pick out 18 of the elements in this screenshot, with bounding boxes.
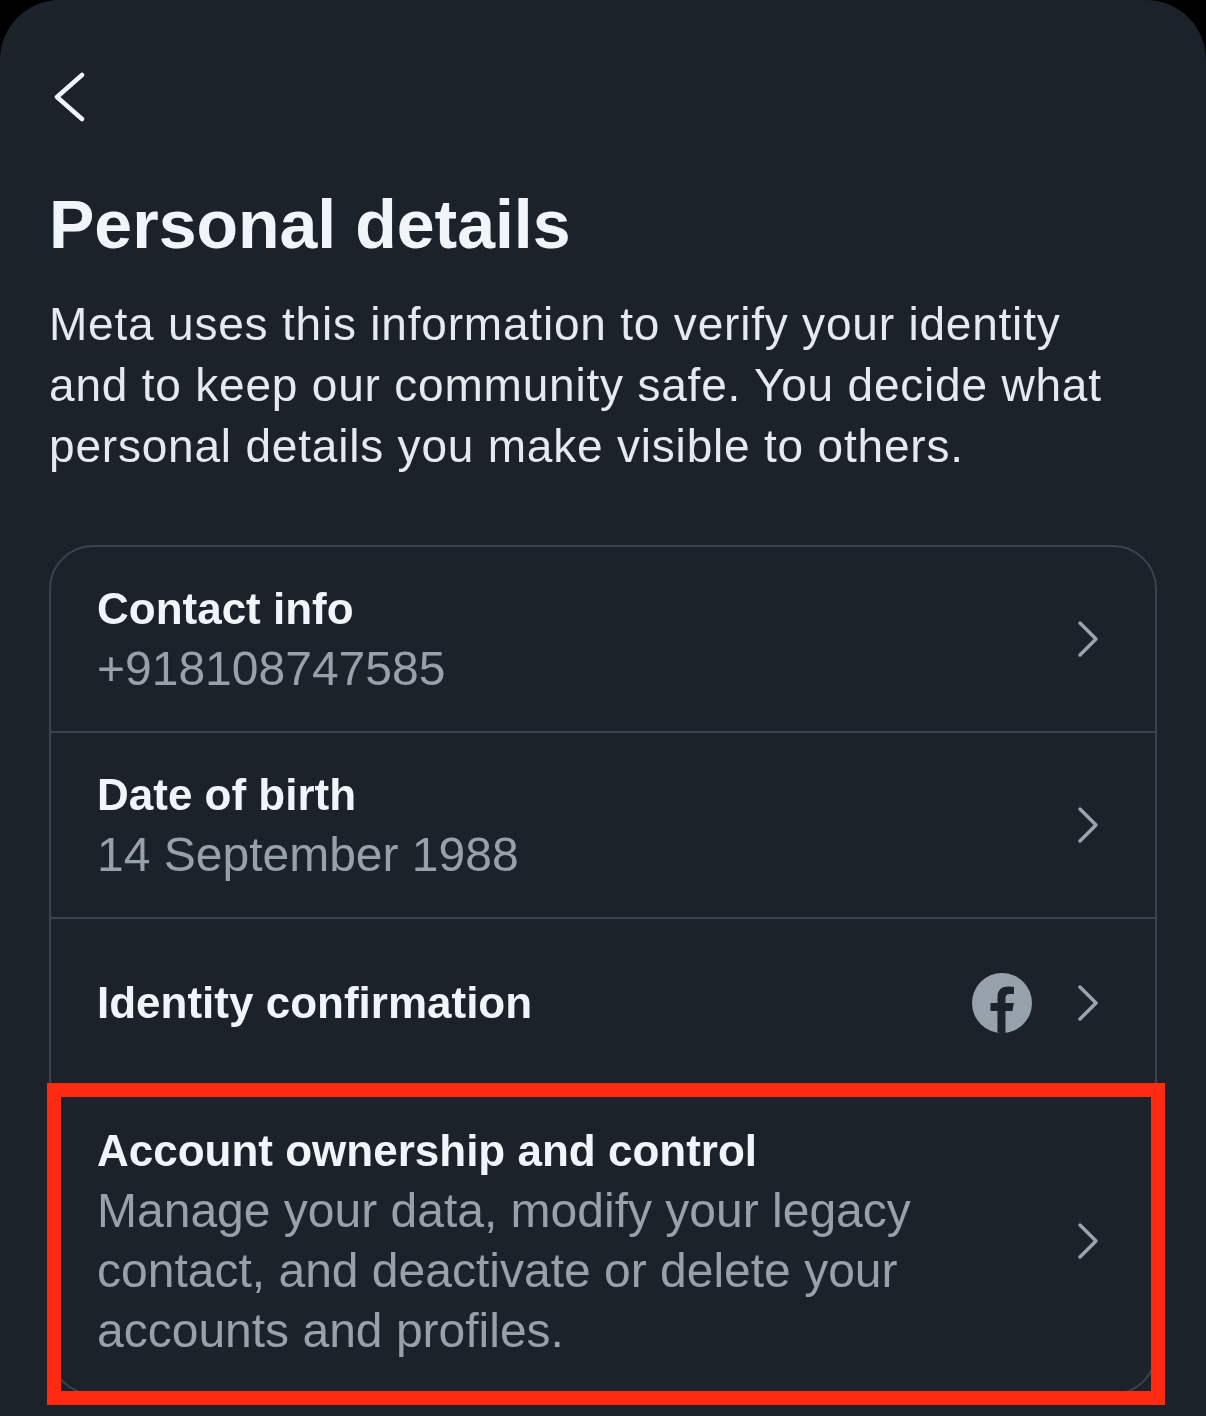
settings-row[interactable]: Date of birth 14 September 1988: [51, 733, 1155, 919]
page-description: Meta uses this information to verify your identity and to keep our community safe. You decide what personal details you make visible to others.: [49, 297, 1103, 474]
settings-row[interactable]: Account ownership and control Manage your data, modify your legacy contact, and deactivate or delete your accounts and profiles.: [51, 1089, 1155, 1393]
chevron-right-icon: [1077, 806, 1099, 844]
settings-row[interactable]: Identity confirmation: [51, 919, 1155, 1089]
row-label: Contact info: [97, 583, 355, 635]
chevron-right-icon: [1077, 620, 1099, 658]
row-value: Manage your data, modify your legacy contact, and deactivate or delete your accounts and profiles.: [97, 1183, 912, 1359]
chevron-right-icon: [1077, 984, 1099, 1022]
page-title: Personal details: [49, 185, 572, 264]
settings-row[interactable]: Contact info +918108747585: [51, 547, 1155, 733]
row-label: Date of birth: [97, 769, 358, 821]
row-label: Account ownership and control: [97, 1125, 759, 1177]
chevron-right-icon: [1077, 1222, 1099, 1260]
row-value: +918108747585: [97, 641, 447, 697]
row-value: 14 September 1988: [97, 827, 520, 883]
f-logo-icon: [972, 973, 1032, 1033]
row-label: Identity confirmation: [97, 977, 534, 1029]
